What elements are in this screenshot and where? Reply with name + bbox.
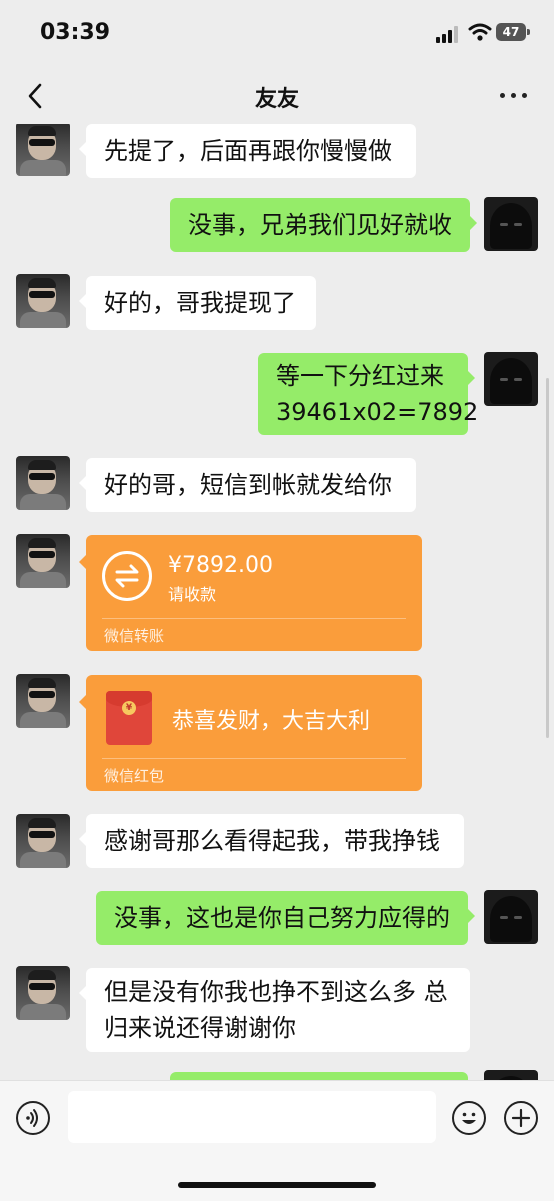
card-divider [102, 618, 406, 619]
contact-avatar[interactable] [16, 966, 70, 1020]
my-avatar[interactable] [484, 197, 538, 251]
message-bubble-incoming[interactable]: 但是没有你我也挣不到这么多 总 归来说还得谢谢你 [79, 968, 470, 1052]
scrollbar[interactable] [546, 378, 549, 738]
message-text: 感谢哥那么看得起我，带我挣钱 [104, 827, 440, 855]
card-divider [102, 758, 406, 759]
my-avatar[interactable] [484, 890, 538, 944]
message-bubble-outgoing[interactable]: 没事，兄弟我们见好就收 [170, 198, 477, 252]
contact-avatar[interactable] [16, 456, 70, 510]
emoji-icon[interactable] [452, 1101, 486, 1135]
contact-avatar[interactable] [16, 274, 70, 328]
voice-input-icon[interactable] [16, 1101, 50, 1135]
message-bubble-outgoing[interactable]: 没事，这也是你自己努力应得的 [96, 891, 475, 945]
more-options-icon[interactable] [500, 90, 528, 100]
message-text: 没事，这也是你自己努力应得的 [114, 904, 450, 932]
message-text-line: 归来说还得谢谢你 [104, 1014, 296, 1042]
red-packet-wish: 恭喜发财，大吉大利 [172, 709, 371, 734]
transfer-amount: ¥7892.00 [168, 553, 273, 578]
my-avatar[interactable] [484, 352, 538, 406]
contact-avatar[interactable] [16, 124, 70, 176]
message-bubble-incoming[interactable]: 好的，哥我提现了 [79, 276, 316, 330]
chat-title: 友友 [254, 87, 299, 112]
message-text: 没事，兄弟我们见好就收 [188, 211, 452, 239]
message-text-line: 39461x02=7892 [276, 398, 479, 426]
red-envelope-icon: ¥ [106, 691, 152, 745]
message-text-line: 但是没有你我也挣不到这么多 总 [104, 978, 448, 1006]
red-packet-card[interactable]: ¥ 恭喜发财，大吉大利 微信红包 [79, 675, 422, 791]
my-avatar[interactable] [484, 1070, 538, 1080]
message-bubble-incoming[interactable]: 感谢哥那么看得起我，带我挣钱 [79, 814, 464, 868]
contact-avatar[interactable] [16, 534, 70, 588]
chat-header: 友友 [0, 66, 554, 124]
status-bar: 03:39 47 [0, 0, 554, 66]
contact-avatar[interactable] [16, 674, 70, 728]
transfer-status: 请收款 [168, 585, 217, 604]
battery-icon: 47 [496, 23, 526, 41]
contact-avatar[interactable] [16, 814, 70, 868]
message-text: 好的，哥我提现了 [104, 289, 296, 317]
status-time: 03:39 [40, 20, 111, 45]
message-bubble-outgoing-partial[interactable] [170, 1072, 468, 1080]
plus-icon[interactable] [504, 1101, 538, 1135]
message-text-line: 等一下分红过来 [276, 362, 444, 390]
message-bubble-outgoing[interactable]: 等一下分红过来 39461x02=7892 [258, 353, 479, 435]
red-packet-footer: 微信红包 [104, 767, 165, 785]
home-indicator[interactable] [178, 1182, 376, 1188]
transfer-footer: 微信转账 [104, 627, 165, 645]
message-text: 好的哥，短信到帐就发给你 [104, 471, 392, 499]
message-bubble-incoming[interactable]: 先提了，后面再跟你慢慢做 [79, 124, 416, 178]
message-text: 先提了，后面再跟你慢慢做 [104, 137, 392, 165]
message-input[interactable] [68, 1091, 436, 1143]
transfer-card[interactable]: ¥7892.00 请收款 微信转账 [79, 535, 422, 651]
message-bubble-incoming[interactable]: 好的哥，短信到帐就发给你 [79, 458, 416, 512]
cellular-signal-icon [436, 25, 462, 43]
envelope-coin: ¥ [122, 701, 136, 715]
transfer-arrows-icon [102, 551, 152, 601]
battery-tip [527, 29, 530, 35]
message-list[interactable]: 先提了，后面再跟你慢慢做 没事，兄弟我们见好就收 好的，哥我提现了 等一下分红过… [0, 124, 554, 1080]
wifi-icon [468, 23, 492, 41]
